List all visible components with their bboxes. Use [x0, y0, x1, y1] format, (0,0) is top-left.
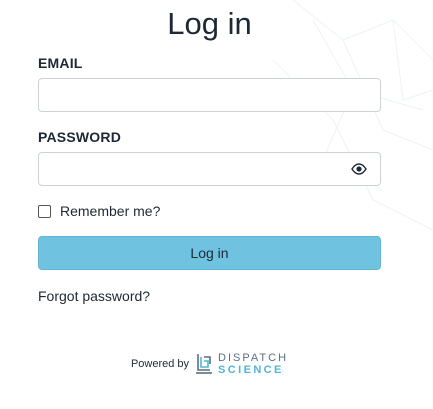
- eye-icon[interactable]: [351, 162, 367, 176]
- remember-me-checkbox[interactable]: [38, 204, 51, 218]
- brand-line-2: SCIENCE: [218, 364, 284, 376]
- password-field-box: [38, 152, 381, 186]
- dispatch-science-logo-icon: [196, 354, 213, 374]
- password-field[interactable]: [39, 153, 359, 185]
- brand-name: DISPATCH SCIENCE: [218, 352, 288, 376]
- email-label: EMAIL: [38, 55, 83, 71]
- login-button[interactable]: Log in: [38, 236, 381, 270]
- password-label: PASSWORD: [38, 129, 122, 145]
- page-title: Log in: [167, 6, 252, 41]
- remember-me-label[interactable]: Remember me?: [60, 203, 160, 219]
- forgot-password-link[interactable]: Forgot password?: [38, 288, 150, 304]
- remember-me[interactable]: Remember me?: [38, 203, 160, 219]
- powered-by: Powered by DISPATCH SCIENCE: [38, 352, 381, 376]
- brand-line-1: DISPATCH: [218, 352, 289, 364]
- email-field[interactable]: [39, 79, 359, 111]
- powered-by-text: Powered by: [130, 358, 190, 370]
- email-field-box: [38, 78, 381, 112]
